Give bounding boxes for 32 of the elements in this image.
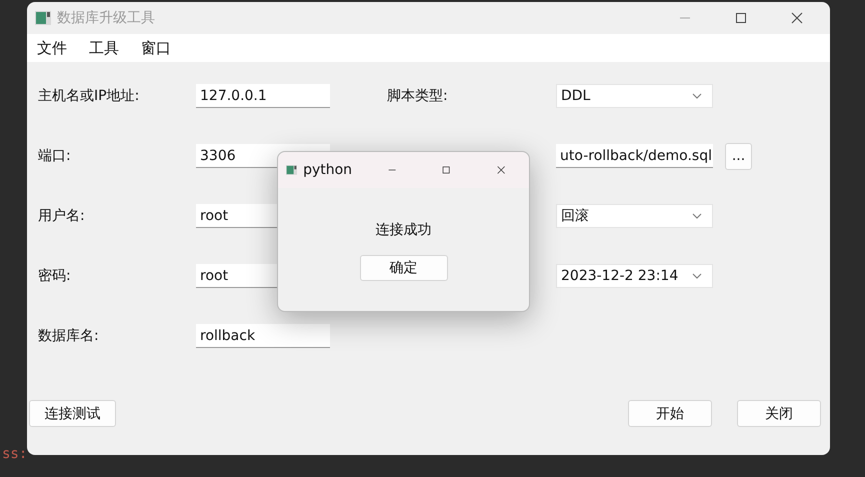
chevron-icon <box>692 273 702 279</box>
field-label: 数据库名: <box>38 327 100 345</box>
field-label: 脚本类型: <box>387 87 449 105</box>
menu-item[interactable]: 文件 <box>37 38 67 58</box>
action-button[interactable]: 开始 <box>628 400 712 427</box>
menu-item[interactable]: 窗口 <box>141 38 171 58</box>
chevron-icon <box>692 213 702 219</box>
field-label: 主机名或IP地址: <box>38 87 140 105</box>
field-label: 密码: <box>38 267 72 285</box>
dropdown[interactable]: 2023-12-2 23:14 <box>556 264 713 288</box>
input-field[interactable]: 127.0.0.1 <box>196 84 330 108</box>
dropdown[interactable]: 回滚 <box>556 204 713 228</box>
maximize-icon[interactable] <box>442 164 451 176</box>
ok-button[interactable]: 确定 <box>360 255 448 281</box>
window-title: 数据库升级工具 <box>57 9 155 27</box>
close-icon[interactable] <box>791 12 803 24</box>
close-icon[interactable] <box>496 164 505 176</box>
field-label: 用户名: <box>38 207 86 225</box>
menu-item[interactable]: 工具 <box>89 38 119 58</box>
dialog-message: 连接成功 <box>376 221 432 239</box>
app-icon <box>35 11 51 25</box>
file-path-field[interactable]: uto-rollback/demo.sql <box>556 144 713 168</box>
browse-button[interactable]: ... <box>725 142 752 170</box>
dropdown[interactable]: DDL <box>556 84 713 108</box>
input-field[interactable]: rollback <box>196 324 330 348</box>
app-icon <box>286 163 298 177</box>
test-connection-button[interactable]: 连接测试 <box>29 400 116 427</box>
maximize-icon[interactable] <box>735 12 747 24</box>
console-text: ss: <box>2 446 28 462</box>
field-label: 端口: <box>38 147 72 165</box>
action-button[interactable]: 关闭 <box>737 400 821 427</box>
chevron-icon <box>692 93 702 99</box>
